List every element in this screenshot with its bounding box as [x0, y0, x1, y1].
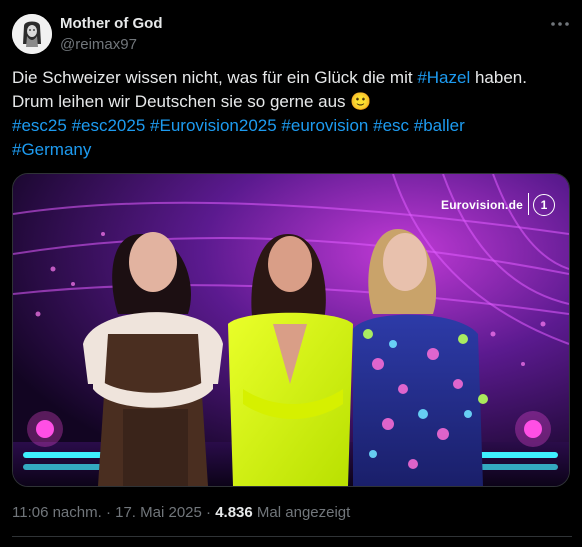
tweet-media-image[interactable]: Eurovision.de 1: [12, 173, 570, 487]
author-name[interactable]: Mother of God: [60, 15, 162, 32]
smiley-emoji-icon: 🙂: [350, 92, 372, 111]
tweet-line-3: #esc25 #esc2025 #Eurovision2025 #eurovis…: [12, 114, 572, 138]
tweet-text-segment: haben.: [470, 68, 527, 87]
hashtag-link[interactable]: #esc25: [12, 116, 67, 135]
tweet-text-segment: Die Schweizer wissen nicht, was für ein …: [12, 68, 418, 87]
stage-photo: [13, 174, 569, 486]
tweet-line-2: Drum leihen wir Deutschen sie so gerne a…: [12, 90, 572, 114]
hashtag-link[interactable]: #Germany: [12, 140, 91, 159]
more-dots-icon: [551, 22, 569, 26]
ard-one-logo-icon: 1: [533, 194, 555, 216]
meta-separator: ·: [206, 504, 212, 521]
hashtag-link[interactable]: #eurovision: [281, 116, 368, 135]
hashtag-link[interactable]: #Hazel: [417, 68, 470, 87]
tweet-text-segment: Drum leihen wir Deutschen sie so gerne a…: [12, 92, 346, 111]
tweet-line-1: Die Schweizer wissen nicht, was für ein …: [12, 66, 572, 90]
more-options-button[interactable]: [548, 12, 572, 36]
hashtag-link[interactable]: #esc2025: [72, 116, 146, 135]
tweet-text: Die Schweizer wissen nicht, was für ein …: [12, 66, 572, 162]
avatar-illustration-icon: [12, 14, 52, 54]
tweet-meta: 11:06 nachm. · 17. Mai 2025 · 4.836 Mal …: [12, 504, 350, 521]
author-handle[interactable]: @reimax97: [60, 36, 137, 53]
meta-separator: ·: [105, 504, 111, 521]
tweet: Mother of God @reimax97 Die Schweizer wi…: [0, 0, 582, 547]
hashtag-link[interactable]: #Eurovision2025: [150, 116, 277, 135]
tweet-date[interactable]: 17. Mai 2025: [115, 504, 202, 521]
views-label: Mal angezeigt: [256, 504, 351, 521]
tweet-line-4: #Germany: [12, 138, 572, 162]
hashtag-link[interactable]: #esc: [373, 116, 409, 135]
divider: [12, 536, 572, 537]
views-count: 4.836: [215, 504, 253, 521]
hashtag-link[interactable]: #baller: [414, 116, 465, 135]
author-avatar[interactable]: [12, 14, 52, 54]
eurovision-watermark: Eurovision.de: [441, 198, 523, 212]
tweet-time[interactable]: 11:06 nachm.: [12, 504, 102, 521]
watermark-separator: [527, 193, 529, 215]
